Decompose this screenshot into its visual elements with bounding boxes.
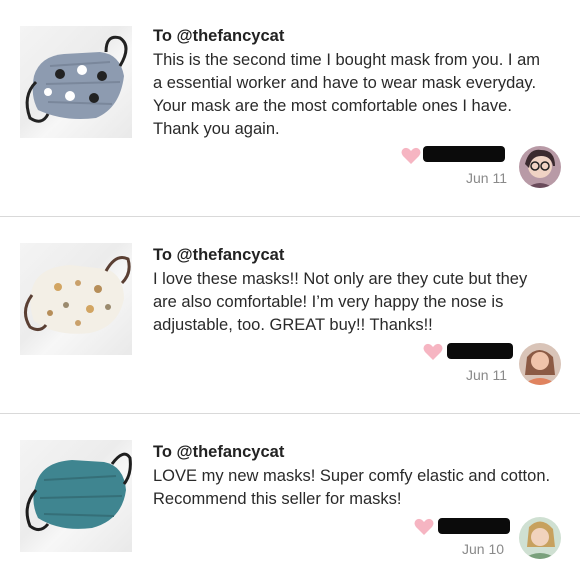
review-item: To @thefancycat LOVE my new masks! Super… <box>0 414 580 580</box>
heart-icon[interactable] <box>423 343 443 361</box>
review-date: Jun 10 <box>462 541 505 557</box>
review-recipient: To @thefancycat <box>153 443 285 461</box>
reviewer-avatar-icon[interactable] <box>519 517 561 559</box>
review-item: To @thefancycat I love these masks!! Not… <box>0 217 580 413</box>
review-text: This is the second time I bought mask fr… <box>153 51 540 138</box>
grey-patterned-mask-icon <box>25 35 128 123</box>
review-recipient: To @thefancycat <box>153 27 285 45</box>
review-recipient: To @thefancycat <box>153 246 285 264</box>
redacted-username <box>423 146 505 162</box>
teal-mask-icon <box>25 452 132 531</box>
cream-print-mask-icon <box>24 256 131 334</box>
review-item: To @thefancycat This is the second time … <box>0 0 580 216</box>
product-thumbnail[interactable] <box>20 440 132 552</box>
product-thumbnail[interactable] <box>20 26 132 138</box>
reviewer-avatar-icon[interactable] <box>519 343 561 385</box>
heart-icon[interactable] <box>414 518 434 536</box>
reviewer-avatar-glasses-icon[interactable] <box>519 146 561 188</box>
review-date: Jun 11 <box>466 170 507 186</box>
review-date: Jun 11 <box>466 367 507 383</box>
product-thumbnail[interactable] <box>20 243 132 355</box>
heart-icon[interactable] <box>401 147 421 165</box>
redacted-username <box>438 518 510 534</box>
review-text: LOVE my new masks! Super comfy elastic a… <box>153 467 551 508</box>
redacted-username <box>447 343 513 359</box>
review-text: I love these masks!! Not only are they c… <box>153 270 528 334</box>
